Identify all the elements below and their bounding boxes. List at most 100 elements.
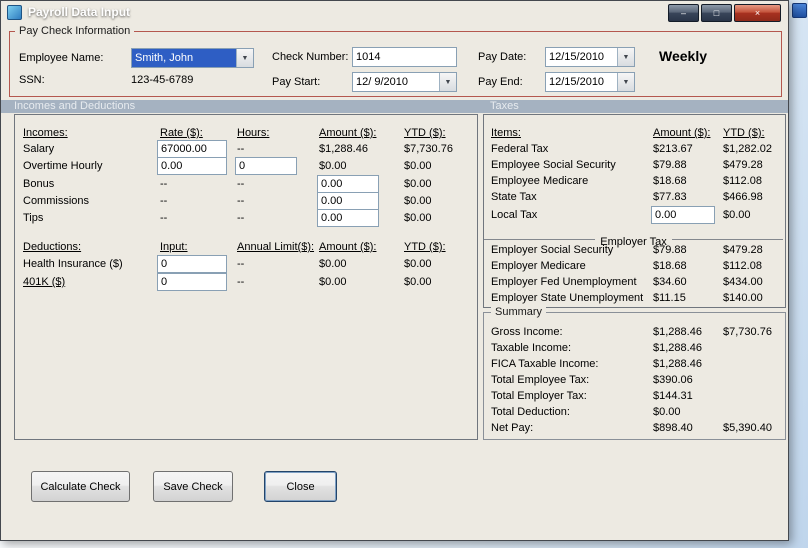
tax-amount-value: $79.88 [653, 159, 687, 171]
summary-amount-value: $1,288.46 [653, 326, 702, 338]
summary-amount-value: $1,288.46 [653, 342, 702, 354]
income-amount-value: $1,288.46 [319, 143, 368, 155]
titlebar[interactable]: Payroll Data Input – □ × [1, 1, 788, 23]
app-icon [7, 4, 22, 20]
close-icon: × [754, 7, 761, 18]
pay-start-picker[interactable]: 12/ 9/2010 ▼ [352, 72, 457, 92]
commissions-amount-input[interactable] [317, 192, 379, 210]
income-rate-value: -- [160, 178, 168, 190]
summary-amount-value: $898.40 [653, 422, 693, 434]
income-hours-value: -- [237, 195, 245, 207]
ytd-col-header: YTD ($): [404, 127, 446, 139]
tax-amount-value: $34.60 [653, 276, 687, 288]
summary-ytd-value: $5,390.40 [723, 422, 772, 434]
tax-amount-value: $11.15 [653, 292, 686, 304]
amount-col-header: Amount ($): [319, 241, 377, 253]
tax-row-label: Employer State Unemployment [491, 292, 644, 304]
summary-row-label: Gross Income: [491, 326, 563, 338]
check-number-input[interactable] [352, 47, 457, 67]
minimize-button[interactable]: – [668, 4, 699, 22]
local-tax-input[interactable] [651, 206, 715, 224]
ssn-value: 123-45-6789 [131, 74, 194, 86]
pay-date-label: Pay Date: [478, 51, 527, 63]
desktop-background: Payroll Data Input – □ × Pay Check Infor… [0, 0, 808, 548]
hours-col-header: Hours: [237, 127, 270, 139]
summary-row-label: FICA Taxable Income: [491, 358, 599, 370]
tax-ytd-value: $479.28 [723, 244, 763, 256]
income-row-label: Salary [23, 143, 55, 155]
taxes-section-header: Taxes [490, 100, 519, 112]
summary-row-label: Taxable Income: [491, 342, 572, 354]
salary-rate-input[interactable] [157, 140, 227, 158]
section-band: Incomes and Deductions Taxes [1, 100, 788, 113]
ssn-label: SSN: [19, 74, 45, 86]
tax-ytd-value: $434.00 [723, 276, 763, 288]
tax-ytd-value: $1,282.02 [723, 143, 772, 155]
income-ytd-value: $0.00 [404, 195, 432, 207]
tax-row-label: Local Tax [491, 209, 538, 221]
calculate-check-button[interactable]: Calculate Check [31, 471, 130, 502]
tax-ytd-value: $140.00 [723, 292, 763, 304]
summary-amount-value: $390.06 [653, 374, 693, 386]
bonus-amount-input[interactable] [317, 175, 379, 193]
income-amount-value: $0.00 [319, 160, 347, 172]
dropdown-arrow-icon[interactable]: ▼ [617, 73, 634, 91]
tax-row-label: Employee Social Security [491, 159, 616, 171]
tax-row-label: Federal Tax [491, 143, 549, 155]
dropdown-arrow-icon[interactable]: ▼ [617, 48, 634, 66]
desktop-accent-icon [792, 3, 807, 18]
annual-limit-col-header: Annual Limit($): [237, 241, 315, 253]
summary-row-label: Net Pay: [491, 422, 534, 434]
tax-ytd-value: $479.28 [723, 159, 763, 171]
tax-amount-value: $18.68 [653, 260, 687, 272]
pay-date-picker[interactable]: 12/15/2010 ▼ [545, 47, 635, 67]
items-col-header: Items: [491, 127, 521, 139]
window-title: Payroll Data Input [28, 5, 131, 19]
pay-start-label: Pay Start: [272, 76, 321, 88]
overtime-hours-input[interactable] [235, 157, 297, 175]
income-hours-value: -- [237, 143, 245, 155]
tax-amount-value: $77.83 [653, 191, 687, 203]
deduction-amount-value: $0.00 [319, 276, 347, 288]
save-check-button[interactable]: Save Check [153, 471, 233, 502]
incomes-deductions-section-header: Incomes and Deductions [14, 100, 136, 112]
amount-col-header: Amount ($): [653, 127, 711, 139]
summary-ytd-value: $7,730.76 [723, 326, 772, 338]
dropdown-arrow-icon[interactable]: ▼ [236, 49, 253, 67]
overtime-rate-input[interactable] [157, 157, 227, 175]
tax-amount-value: $213.67 [653, 143, 693, 155]
tax-ytd-value: $466.98 [723, 191, 763, 203]
employee-name-value: Smith, John [132, 49, 236, 67]
input-col-header: Input: [160, 241, 188, 253]
check-number-label: Check Number: [272, 51, 349, 63]
tips-amount-input[interactable] [317, 209, 379, 227]
close-form-button[interactable]: Close [264, 471, 337, 502]
rate-col-header: Rate ($): [160, 127, 203, 139]
maximize-button[interactable]: □ [701, 4, 732, 22]
summary-amount-value: $144.31 [653, 390, 693, 402]
paycheck-info-legend: Pay Check Information [15, 25, 135, 37]
income-rate-value: -- [160, 212, 168, 224]
ytd-col-header: YTD ($): [723, 127, 765, 139]
summary-row-label: Total Deduction: [491, 406, 570, 418]
tax-ytd-value: $112.08 [723, 260, 762, 272]
pay-frequency-label: Weekly [659, 48, 707, 64]
income-hours-value: -- [237, 212, 245, 224]
dropdown-arrow-icon[interactable]: ▼ [439, 73, 456, 91]
income-row-label: Bonus [23, 178, 55, 190]
summary-amount-value: $0.00 [653, 406, 681, 418]
incomes-col-header: Incomes: [23, 127, 68, 139]
ytd-col-header: YTD ($): [404, 241, 446, 253]
employee-name-label: Employee Name: [19, 52, 104, 64]
pay-date-value: 12/15/2010 [549, 51, 605, 63]
pay-end-picker[interactable]: 12/15/2010 ▼ [545, 72, 635, 92]
employee-name-select[interactable]: Smith, John ▼ [131, 48, 254, 68]
summary-legend: Summary [491, 306, 547, 318]
income-hours-value: -- [237, 178, 245, 190]
health-insurance-input[interactable] [157, 255, 227, 273]
close-button[interactable]: × [734, 4, 781, 22]
deduction-401k-input[interactable] [157, 273, 227, 291]
deduction-amount-value: $0.00 [319, 258, 347, 270]
tax-row-label: Employer Fed Unemployment [491, 276, 637, 288]
deduction-row-label-401k: 401K ($) [23, 276, 66, 288]
